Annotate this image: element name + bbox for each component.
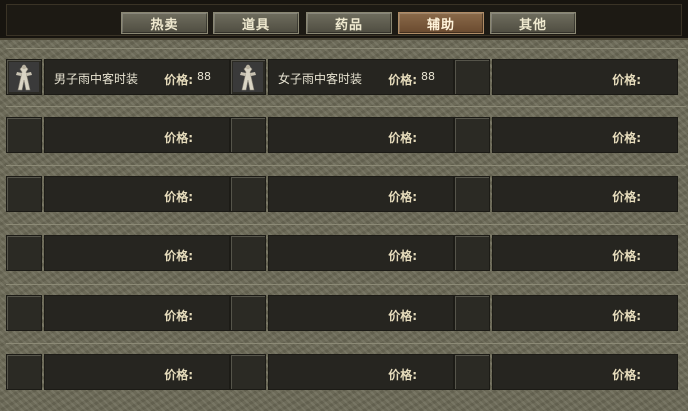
shop-item-slot[interactable]: 价格: bbox=[230, 176, 454, 212]
price-label: 价格: bbox=[612, 190, 641, 204]
price-label: 价格: bbox=[388, 249, 417, 263]
shop-item-slot[interactable]: 价格: bbox=[6, 235, 230, 271]
shop-item-slot[interactable]: 价格: bbox=[454, 59, 678, 95]
price-label: 价格: bbox=[388, 73, 417, 87]
item-name: 男子雨中客时装 bbox=[54, 72, 139, 86]
shop-item-slot[interactable]: 价格: bbox=[454, 235, 678, 271]
shop-item-slot[interactable]: 价格: bbox=[230, 354, 454, 390]
item-row: 价格: 价格: 价格: bbox=[6, 284, 686, 332]
item-icon-box[interactable] bbox=[6, 295, 42, 331]
shop-item-slot[interactable]: 价格: bbox=[6, 354, 230, 390]
shop-item-slot[interactable]: 价格: bbox=[230, 295, 454, 331]
item-icon-box[interactable] bbox=[454, 59, 490, 95]
shop-item-slot[interactable]: 男子雨中客时装 价格: 88 bbox=[6, 59, 230, 95]
item-icon-box[interactable] bbox=[230, 295, 266, 331]
shop-item-slot[interactable]: 价格: bbox=[230, 235, 454, 271]
shop-item-slot[interactable]: 价格: bbox=[6, 295, 230, 331]
item-info-box: 价格: bbox=[268, 295, 454, 331]
item-row: 价格: 价格: 价格: bbox=[6, 224, 686, 272]
price-label: 价格: bbox=[388, 131, 417, 145]
tab-auxiliary[interactable]: 辅助 bbox=[398, 12, 484, 34]
item-grid: 男子雨中客时装 价格: 88 女子雨中客时装 价格: 88 价格: 价格: 价格: 价格: 价格: 价… bbox=[6, 44, 686, 411]
price-label: 价格: bbox=[612, 249, 641, 263]
price-label: 价格: bbox=[164, 249, 193, 263]
item-info-box: 价格: bbox=[492, 176, 678, 212]
item-row: 价格: 价格: 价格: bbox=[6, 106, 686, 154]
item-info-box: 价格: bbox=[44, 295, 230, 331]
price-label: 价格: bbox=[164, 309, 193, 323]
tab-other[interactable]: 其他 bbox=[490, 12, 576, 34]
item-icon-box[interactable] bbox=[6, 59, 42, 95]
price-label: 价格: bbox=[612, 309, 641, 323]
robe-figure-icon bbox=[9, 62, 39, 92]
price-label: 价格: bbox=[612, 368, 641, 382]
shop-item-slot[interactable]: 女子雨中客时装 价格: 88 bbox=[230, 59, 454, 95]
item-icon-box[interactable] bbox=[454, 176, 490, 212]
item-icon-box[interactable] bbox=[454, 117, 490, 153]
item-icon-box[interactable] bbox=[6, 235, 42, 271]
shop-item-slot[interactable]: 价格: bbox=[6, 176, 230, 212]
item-row: 价格: 价格: 价格: bbox=[6, 165, 686, 213]
tab-medicine[interactable]: 药品 bbox=[306, 12, 392, 34]
item-row: 价格: 价格: 价格: bbox=[6, 343, 686, 391]
item-info-box: 价格: bbox=[44, 117, 230, 153]
tab-props[interactable]: 道具 bbox=[213, 12, 299, 34]
item-info-box: 价格: bbox=[492, 59, 678, 95]
price-label: 价格: bbox=[388, 309, 417, 323]
item-info-box: 价格: bbox=[492, 235, 678, 271]
price-label: 价格: bbox=[388, 368, 417, 382]
item-icon-box[interactable] bbox=[454, 295, 490, 331]
shop-tab-bar: 热卖 道具 药品 辅助 其他 bbox=[0, 0, 688, 40]
item-icon-box[interactable] bbox=[6, 117, 42, 153]
item-icon-box[interactable] bbox=[230, 354, 266, 390]
item-row: 男子雨中客时装 价格: 88 女子雨中客时装 价格: 88 价格: bbox=[6, 48, 686, 96]
shop-item-slot[interactable]: 价格: bbox=[454, 295, 678, 331]
price-label: 价格: bbox=[164, 131, 193, 145]
robe-figure-icon bbox=[233, 62, 263, 92]
item-icon-box[interactable] bbox=[454, 354, 490, 390]
item-info-box: 女子雨中客时装 价格: 88 bbox=[268, 59, 454, 95]
shop-item-slot[interactable]: 价格: bbox=[230, 117, 454, 153]
item-info-box: 价格: bbox=[44, 235, 230, 271]
item-info-box: 价格: bbox=[44, 354, 230, 390]
price-label: 价格: bbox=[612, 131, 641, 145]
shop-item-slot[interactable]: 价格: bbox=[454, 176, 678, 212]
price-label: 价格: bbox=[388, 190, 417, 204]
shop-item-slot[interactable]: 价格: bbox=[454, 117, 678, 153]
item-icon-box[interactable] bbox=[6, 176, 42, 212]
price-value: 88 bbox=[197, 70, 211, 83]
price-label: 价格: bbox=[164, 190, 193, 204]
item-info-box: 价格: bbox=[268, 176, 454, 212]
item-icon-box[interactable] bbox=[454, 235, 490, 271]
price-value: 88 bbox=[421, 70, 435, 83]
price-label: 价格: bbox=[164, 368, 193, 382]
item-icon-box[interactable] bbox=[6, 354, 42, 390]
item-info-box: 价格: bbox=[492, 295, 678, 331]
item-info-box: 价格: bbox=[44, 176, 230, 212]
price-label: 价格: bbox=[612, 73, 641, 87]
tab-hot-sale[interactable]: 热卖 bbox=[121, 12, 208, 34]
item-info-box: 价格: bbox=[268, 354, 454, 390]
item-icon-box[interactable] bbox=[230, 176, 266, 212]
item-icon-box[interactable] bbox=[230, 59, 266, 95]
item-info-box: 价格: bbox=[268, 235, 454, 271]
item-name: 女子雨中客时装 bbox=[278, 72, 363, 86]
item-info-box: 男子雨中客时装 价格: 88 bbox=[44, 59, 230, 95]
item-icon-box[interactable] bbox=[230, 235, 266, 271]
item-info-box: 价格: bbox=[492, 117, 678, 153]
item-info-box: 价格: bbox=[492, 354, 678, 390]
item-icon-box[interactable] bbox=[230, 117, 266, 153]
shop-item-slot[interactable]: 价格: bbox=[454, 354, 678, 390]
item-info-box: 价格: bbox=[268, 117, 454, 153]
price-label: 价格: bbox=[164, 73, 193, 87]
shop-item-slot[interactable]: 价格: bbox=[6, 117, 230, 153]
